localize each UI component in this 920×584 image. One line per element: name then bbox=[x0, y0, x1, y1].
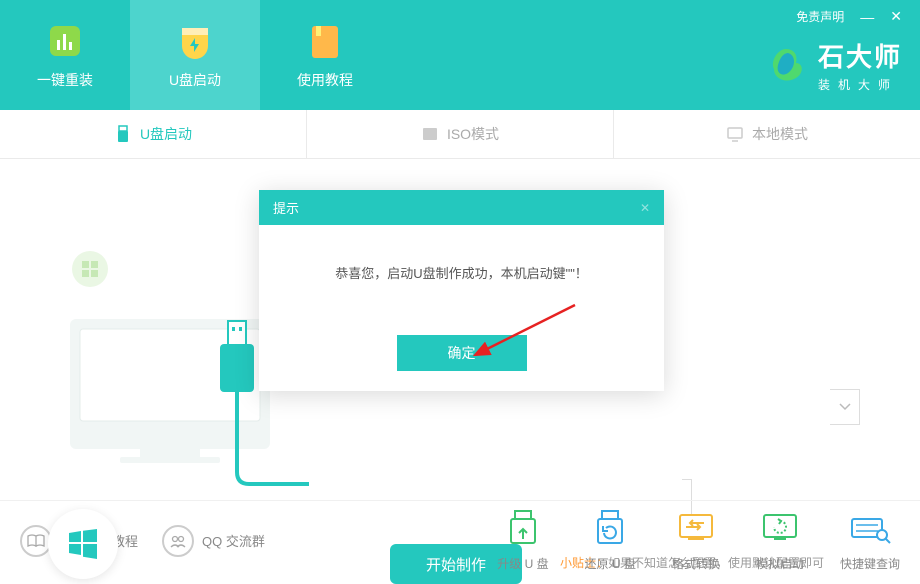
dialog-ok-button[interactable]: 确定 bbox=[397, 335, 527, 371]
chevron-down-icon bbox=[839, 403, 851, 411]
nav-tab-reinstall[interactable]: 一键重装 bbox=[0, 0, 130, 110]
tool-label: 模拟启动 bbox=[756, 555, 804, 572]
footer: 查看官方教程 QQ 交流群 升级 U 盘 还原 U 盘 格式转换 模拟启动 快捷… bbox=[0, 500, 920, 580]
logo-icon bbox=[766, 45, 806, 85]
dialog-title: 提示 bbox=[273, 198, 299, 217]
tool-hotkey-query[interactable]: 快捷键查询 bbox=[840, 509, 900, 572]
dialog-message: 恭喜您，启动U盘制作成功，本机启动键""！ bbox=[259, 225, 664, 335]
dialog-close-button[interactable]: ✕ bbox=[640, 201, 650, 215]
monitor-refresh-icon bbox=[758, 509, 802, 547]
nav-label: U盘启动 bbox=[169, 70, 221, 90]
app-header: 一键重装 U盘启动 使用教程 免责声明 — ✕ 石大师 装机大师 bbox=[0, 0, 920, 110]
main-nav: 一键重装 U盘启动 使用教程 bbox=[0, 0, 390, 110]
dropdown-arrow[interactable] bbox=[830, 389, 860, 425]
tool-format-convert[interactable]: 格式转换 bbox=[672, 509, 720, 572]
book-icon bbox=[304, 20, 346, 62]
tool-simulate-boot[interactable]: 模拟启动 bbox=[756, 509, 804, 572]
tool-label: 格式转换 bbox=[672, 555, 720, 572]
footer-link-label: QQ 交流群 bbox=[202, 531, 265, 550]
usb-up-icon bbox=[501, 509, 545, 547]
tab-iso-mode[interactable]: ISO模式 bbox=[307, 110, 614, 158]
window-controls: 免责声明 — ✕ bbox=[796, 8, 902, 25]
footer-qq-link[interactable]: QQ 交流群 bbox=[162, 525, 265, 557]
header-right: 免责声明 — ✕ 石大师 装机大师 bbox=[748, 0, 920, 110]
convert-icon bbox=[674, 509, 718, 547]
nav-label: 一键重装 bbox=[37, 70, 93, 90]
tool-label: 升级 U 盘 bbox=[497, 555, 548, 572]
footer-tools: 升级 U 盘 还原 U 盘 格式转换 模拟启动 快捷键查询 bbox=[497, 509, 900, 572]
windows-icon bbox=[66, 527, 100, 561]
tab-label: 本地模式 bbox=[752, 124, 808, 144]
brand-title: 石大师 bbox=[818, 37, 902, 74]
usb-icon bbox=[114, 125, 132, 143]
tab-label: ISO模式 bbox=[447, 124, 499, 144]
tool-restore-usb[interactable]: 还原 U 盘 bbox=[585, 509, 636, 572]
group-icon bbox=[162, 525, 194, 557]
nav-tab-usb-boot[interactable]: U盘启动 bbox=[130, 0, 260, 110]
windows-badge bbox=[48, 509, 118, 579]
usb-shield-icon bbox=[174, 20, 216, 62]
nav-label: 使用教程 bbox=[297, 70, 353, 90]
brand-subtitle: 装机大师 bbox=[818, 76, 902, 93]
mode-tabs: U盘启动 ISO模式 本地模式 bbox=[0, 110, 920, 159]
keyboard-search-icon bbox=[848, 509, 892, 547]
chart-icon bbox=[44, 20, 86, 62]
brand: 石大师 装机大师 bbox=[766, 37, 902, 93]
monitor-icon bbox=[726, 125, 744, 143]
nav-tab-tutorial[interactable]: 使用教程 bbox=[260, 0, 390, 110]
dialog-header: 提示 ✕ bbox=[259, 190, 664, 225]
dialog-ok-label: 确定 bbox=[448, 343, 476, 363]
usb-restore-icon bbox=[588, 509, 632, 547]
tab-label: U盘启动 bbox=[140, 124, 192, 144]
tool-upgrade-usb[interactable]: 升级 U 盘 bbox=[497, 509, 548, 572]
close-button[interactable]: ✕ bbox=[890, 8, 902, 25]
minimize-button[interactable]: — bbox=[860, 9, 874, 25]
disclaimer-link[interactable]: 免责声明 bbox=[796, 8, 844, 25]
tab-local-mode[interactable]: 本地模式 bbox=[614, 110, 920, 158]
tab-usb-boot[interactable]: U盘启动 bbox=[0, 110, 307, 158]
tool-label: 快捷键查询 bbox=[840, 555, 900, 572]
tool-label: 还原 U 盘 bbox=[585, 555, 636, 572]
success-dialog: 提示 ✕ 恭喜您，启动U盘制作成功，本机启动键""！ 确定 bbox=[259, 190, 664, 391]
iso-icon bbox=[421, 125, 439, 143]
